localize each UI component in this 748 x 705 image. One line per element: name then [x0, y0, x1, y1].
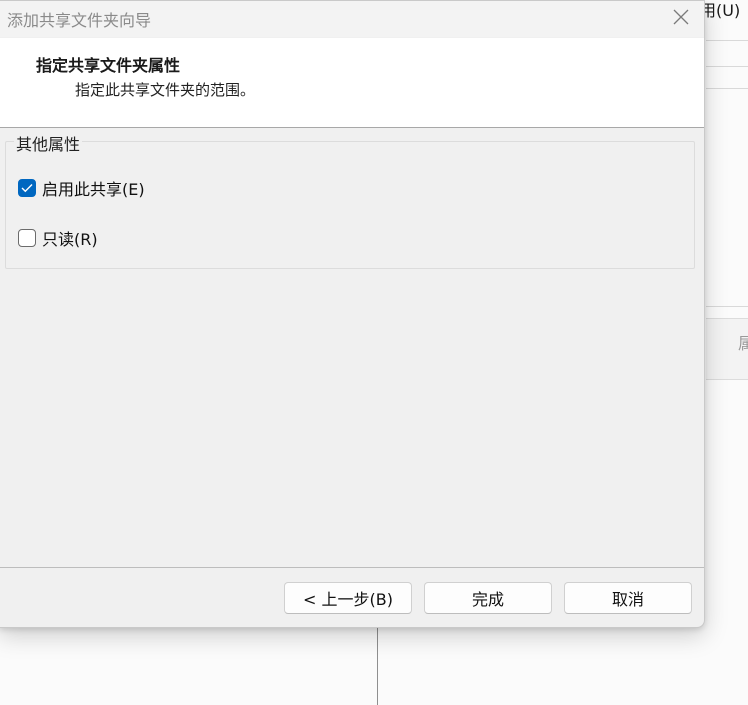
finish-button[interactable]: 完成: [424, 582, 552, 614]
enable-share-label[interactable]: 启用此共享(E): [42, 176, 145, 200]
background-menu-item[interactable]: 用(U): [700, 0, 740, 22]
add-shared-folder-wizard-dialog: 添加共享文件夹向导 指定共享文件夹属性 指定此共享文件夹的范围。 其他属性 启用…: [0, 0, 705, 628]
read-only-checkbox[interactable]: [18, 229, 36, 247]
read-only-label[interactable]: 只读(R): [42, 226, 98, 250]
wizard-step-title: 指定共享文件夹属性: [36, 56, 181, 75]
background-panel-label: 属: [738, 334, 748, 353]
back-button[interactable]: < 上一步(B): [284, 582, 412, 614]
background-divider: [706, 40, 748, 41]
read-only-checkbox-row[interactable]: 只读(R): [18, 226, 98, 250]
dialog-title: 添加共享文件夹向导: [7, 11, 152, 30]
wizard-header: 指定共享文件夹属性 指定此共享文件夹的范围。: [0, 38, 704, 128]
background-divider: [706, 66, 748, 67]
background-divider: [706, 88, 748, 89]
dialog-titlebar[interactable]: 添加共享文件夹向导: [0, 1, 704, 37]
enable-share-checkbox[interactable]: [18, 179, 36, 197]
other-properties-group: 其他属性 启用此共享(E) 只读(R): [5, 131, 695, 269]
close-button[interactable]: [658, 1, 704, 33]
cancel-button[interactable]: 取消: [564, 582, 692, 614]
enable-share-checkbox-row[interactable]: 启用此共享(E): [18, 176, 145, 200]
wizard-step-description: 指定此共享文件夹的范围。: [75, 81, 256, 99]
background-divider: [706, 306, 748, 307]
checkmark-icon: [21, 184, 33, 193]
footer-divider: [0, 567, 704, 568]
background-vertical-divider: [377, 626, 378, 705]
close-icon: [673, 9, 689, 25]
group-legend: 其他属性: [14, 131, 83, 155]
